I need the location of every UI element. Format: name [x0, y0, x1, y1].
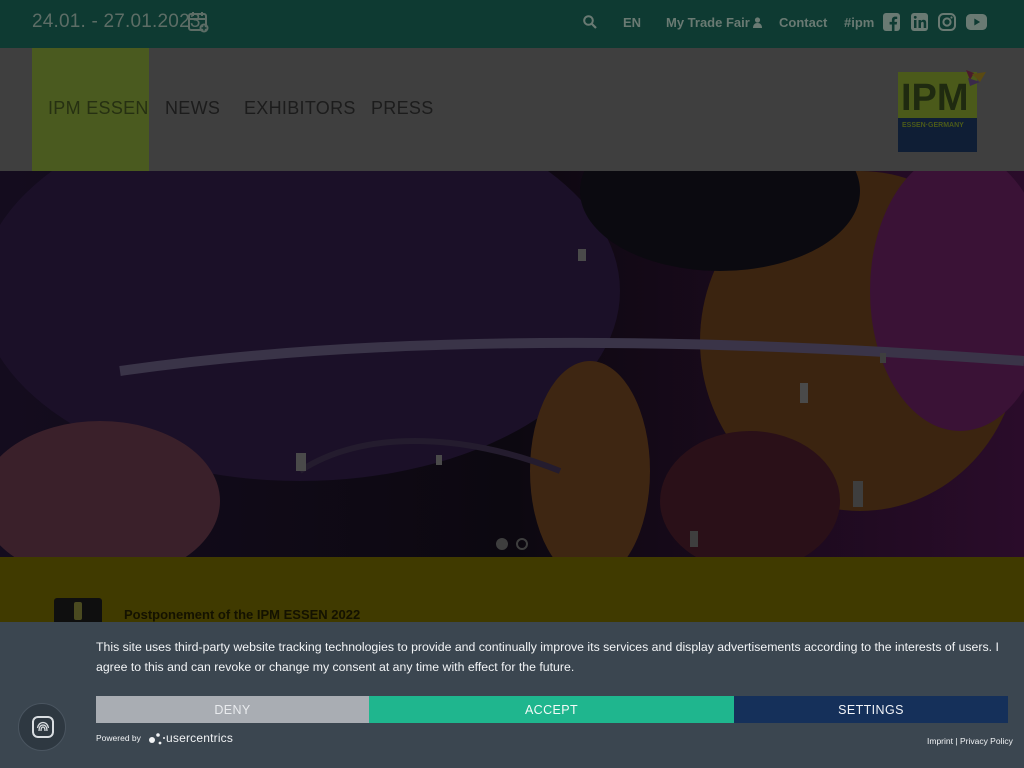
my-trade-fair-label: My Trade Fair: [666, 15, 750, 30]
main-header: IPM ESSEN NEWS EXHIBITORS PRESS: [0, 48, 1024, 171]
notice-band: Postponement of the IPM ESSEN 2022: [0, 557, 1024, 630]
privacy-settings-button[interactable]: [18, 703, 66, 751]
usercentrics-brand[interactable]: usercentrics: [166, 731, 233, 745]
settings-button[interactable]: SETTINGS: [734, 696, 1008, 723]
search-icon[interactable]: [583, 15, 597, 29]
slider-pagination: [0, 538, 1024, 552]
powered-by-label: Powered by: [96, 733, 141, 743]
linkedin-icon[interactable]: [911, 13, 928, 31]
deny-button[interactable]: DENY: [96, 696, 369, 723]
nav-ipm-essen[interactable]: IPM ESSEN: [48, 98, 149, 119]
links-separator: |: [955, 736, 958, 746]
hero-slider[interactable]: [0, 171, 1024, 557]
fair-dates: 24.01. - 27.01.2023: [32, 11, 201, 32]
slider-dot-1[interactable]: [496, 538, 508, 550]
calendar-add-icon[interactable]: [188, 11, 209, 33]
notice-title[interactable]: Postponement of the IPM ESSEN 2022: [124, 607, 360, 622]
ipm-essen-logo[interactable]: IPM ESSEN·GERMANY: [896, 66, 991, 154]
youtube-icon[interactable]: [966, 14, 987, 30]
facebook-icon[interactable]: [883, 13, 900, 31]
cookie-consent-banner: This site uses third-party website track…: [0, 622, 1024, 768]
language-switch[interactable]: EN: [623, 15, 641, 30]
accept-button[interactable]: ACCEPT: [369, 696, 734, 723]
hero-image: [0, 171, 1024, 557]
consent-text: This site uses third-party website track…: [96, 640, 999, 674]
fingerprint-icon: [32, 716, 54, 738]
nav-news[interactable]: NEWS: [165, 98, 220, 119]
top-bar: 24.01. - 27.01.2023 EN My Trade Fair Con…: [0, 0, 1024, 48]
user-icon: [753, 17, 763, 28]
hashtag-link[interactable]: #ipm: [844, 15, 874, 30]
usercentrics-logo-icon: [149, 733, 165, 745]
instagram-icon[interactable]: [938, 13, 956, 31]
footer-links: Imprint | Privacy Policy: [927, 736, 1013, 746]
contact-link[interactable]: Contact: [779, 15, 827, 30]
slider-dot-2[interactable]: [516, 538, 528, 550]
nav-exhibitors[interactable]: EXHIBITORS: [244, 98, 356, 119]
logo-main-text: IPM: [901, 77, 969, 119]
my-trade-fair-link[interactable]: My Trade Fair: [666, 15, 763, 30]
privacy-policy-link[interactable]: Privacy Policy: [960, 736, 1013, 746]
logo-sub-text: ESSEN·GERMANY: [902, 122, 964, 129]
nav-press[interactable]: PRESS: [371, 98, 434, 119]
imprint-link[interactable]: Imprint: [927, 736, 953, 746]
